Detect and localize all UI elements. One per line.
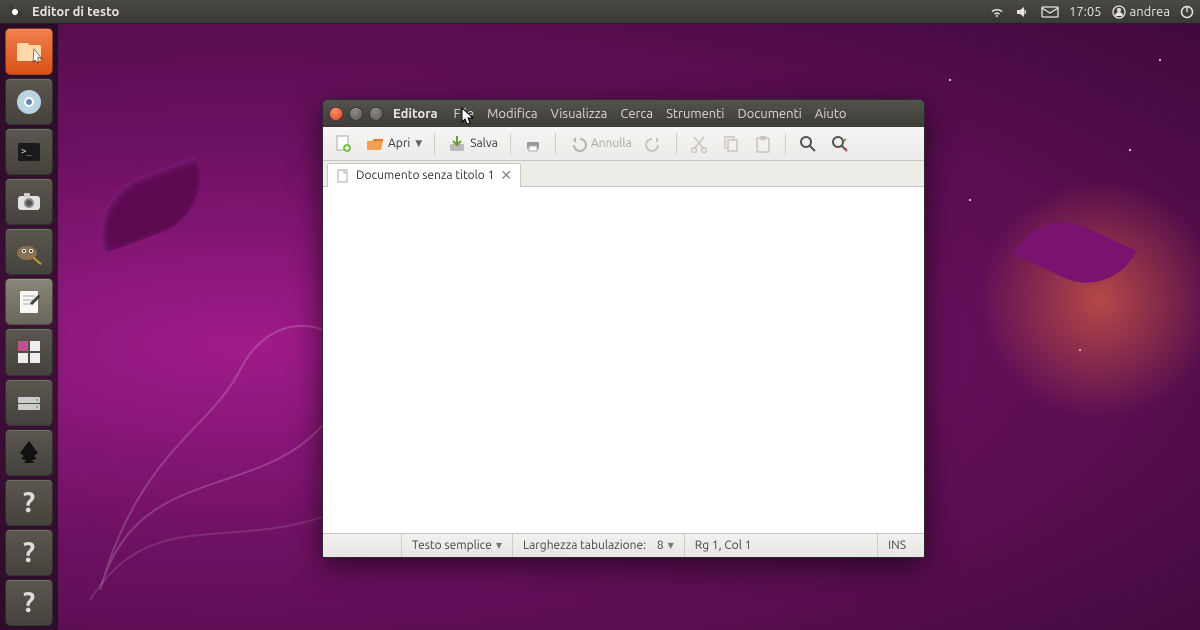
undo-button[interactable]: Annulla (564, 131, 636, 157)
new-document-button[interactable] (329, 131, 357, 157)
toolbar-separator (510, 133, 511, 155)
toolbar: Apri▼ Salva Annulla (323, 127, 924, 161)
wallpaper-leaf (1014, 204, 1137, 300)
clock[interactable]: 17:05 (1069, 5, 1102, 19)
tab-title: Documento senza titolo 1 (356, 169, 494, 182)
window-close-button[interactable] (329, 107, 343, 121)
redo-button[interactable] (640, 131, 668, 157)
tab-close-button[interactable]: ✕ (500, 167, 512, 184)
open-button[interactable]: Apri▼ (361, 131, 426, 157)
menu-search[interactable]: Cerca (620, 107, 653, 121)
window-maximize-button[interactable] (369, 107, 383, 121)
launcher-workspaces[interactable] (5, 328, 53, 375)
launcher-files[interactable] (5, 28, 53, 75)
copy-button[interactable] (717, 131, 745, 157)
tabbar: Documento senza titolo 1 ✕ (323, 161, 924, 187)
toolbar-separator (785, 133, 786, 155)
titlebar[interactable]: Editora File Modifica Visualizza Cerca S… (323, 100, 924, 127)
session-indicator[interactable] (1180, 5, 1194, 19)
launcher-help[interactable]: ? (5, 529, 53, 576)
svg-text:>_: >_ (21, 147, 32, 157)
menu-help[interactable]: Aiuto (815, 107, 847, 121)
toolbar-separator (555, 133, 556, 155)
launcher-help[interactable]: ? (5, 579, 53, 626)
cut-button[interactable] (685, 131, 713, 157)
document-icon (336, 169, 350, 183)
window-minimize-button[interactable] (349, 107, 363, 121)
network-indicator[interactable] (989, 5, 1005, 19)
launcher-gedit[interactable] (5, 278, 53, 325)
window-title: Editora (393, 107, 438, 121)
launcher-shotwell[interactable] (5, 178, 53, 225)
cursor-position: Rg 1, Col 1 (684, 534, 762, 557)
active-app-title: Editor di testo (32, 5, 119, 19)
launcher-inkscape[interactable] (5, 429, 53, 476)
ubuntu-logo-icon[interactable] (6, 3, 24, 21)
top-panel: Editor di testo 17:05 andrea (0, 0, 1200, 24)
statusbar: Testo semplice▼ Larghezza tabulazione: 8… (323, 533, 924, 557)
launcher: >_ ? ? ? (0, 24, 58, 630)
find-replace-button[interactable] (826, 131, 854, 157)
chevron-down-icon: ▼ (496, 541, 502, 550)
find-button[interactable] (794, 131, 822, 157)
launcher-gimp[interactable] (5, 228, 53, 275)
menubar: File Modifica Visualizza Cerca Strumenti… (454, 107, 847, 121)
document-tab[interactable]: Documento senza titolo 1 ✕ (327, 163, 521, 187)
sound-indicator[interactable] (1015, 5, 1031, 19)
menu-documents[interactable]: Documenti (737, 107, 801, 121)
user-menu[interactable]: andrea (1112, 5, 1170, 19)
syntax-mode-selector[interactable]: Testo semplice▼ (401, 534, 512, 557)
paste-button[interactable] (749, 131, 777, 157)
messages-indicator[interactable] (1041, 5, 1059, 19)
menu-file[interactable]: File (454, 107, 475, 121)
wallpaper-leaf (83, 156, 216, 253)
chevron-down-icon: ▼ (415, 138, 422, 149)
text-editor-area[interactable] (323, 187, 924, 533)
launcher-terminal[interactable]: >_ (5, 128, 53, 175)
toolbar-separator (434, 133, 435, 155)
gedit-window: Editora File Modifica Visualizza Cerca S… (322, 99, 925, 558)
insert-mode[interactable]: INS (877, 534, 916, 557)
launcher-chromium[interactable] (5, 78, 53, 125)
print-button[interactable] (519, 131, 547, 157)
toolbar-separator (676, 133, 677, 155)
menu-edit[interactable]: Modifica (487, 107, 537, 121)
chevron-down-icon: ▼ (668, 541, 674, 550)
launcher-help[interactable]: ? (5, 479, 53, 526)
menu-view[interactable]: Visualizza (551, 107, 608, 121)
save-button[interactable]: Salva (443, 131, 502, 157)
launcher-drive[interactable] (5, 379, 53, 426)
tab-width-selector[interactable]: Larghezza tabulazione: 8▼ (512, 534, 684, 557)
menu-tools[interactable]: Strumenti (666, 107, 724, 121)
